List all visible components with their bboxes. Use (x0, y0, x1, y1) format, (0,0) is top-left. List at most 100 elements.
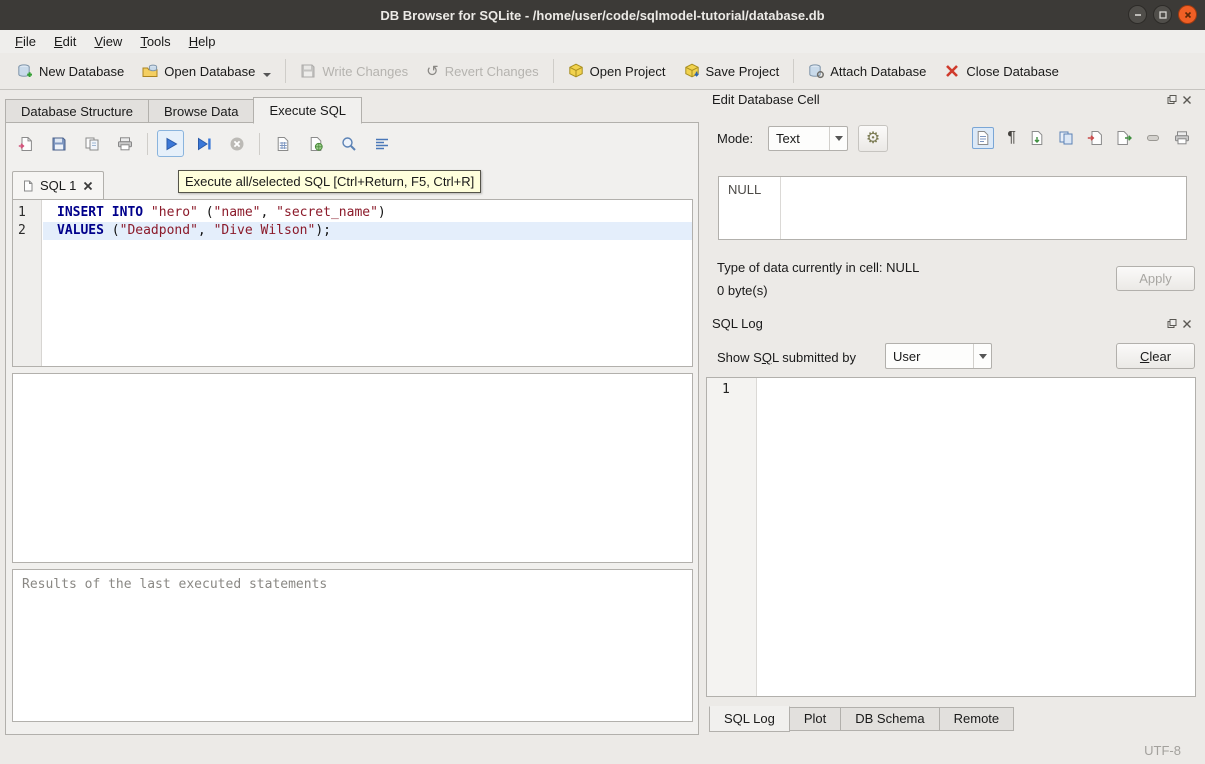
log-line-number: 1 (722, 382, 730, 397)
find-replace-icon (341, 136, 357, 152)
tab-browse-data[interactable]: Browse Data (148, 99, 253, 123)
sql-token (143, 205, 151, 220)
sql-token: , (261, 205, 277, 220)
sql-token: ( (104, 223, 120, 238)
save-cell-as-icon[interactable] (1029, 130, 1045, 146)
tab-sql-log[interactable]: SQL Log (709, 706, 790, 732)
menu-file[interactable]: File (6, 30, 45, 53)
save-project-button[interactable]: Save Project (675, 58, 789, 84)
save-sql-file-button[interactable] (45, 130, 72, 157)
open-database-dropdown-icon[interactable] (263, 73, 271, 77)
execute-sql-panel: SQL 1 Execute all/selected SQL [Ctrl+Ret… (5, 122, 699, 735)
menu-help[interactable]: Help (180, 30, 225, 53)
auto-format-icon (374, 136, 390, 152)
edit-cell-title: Edit Database Cell (712, 92, 820, 107)
copy-cell-icon[interactable] (1058, 130, 1074, 146)
dock-tab-bar: SQL Log Plot DB Schema Remote (709, 707, 1014, 732)
results-grid[interactable] (12, 373, 693, 563)
execute-all-icon (163, 136, 179, 152)
sql-log-filter-label: Show SQL submitted by (717, 350, 856, 365)
save-project-icon (684, 63, 700, 79)
tab-db-schema[interactable]: DB Schema (841, 707, 939, 731)
cell-null-value: NULL (728, 182, 761, 197)
close-icon (1182, 9, 1194, 21)
sql-token: "Dive Wilson" (214, 223, 316, 238)
print-sql-button[interactable] (111, 130, 138, 157)
sql-editor[interactable]: 1INSERT INTO "hero" ("name", "secret_nam… (12, 199, 693, 367)
export-csv-button[interactable] (269, 130, 296, 157)
float-dock-icon[interactable] (1167, 95, 1177, 105)
line-number: 2 (13, 222, 42, 240)
new-database-icon (17, 63, 33, 79)
titlebar: DB Browser for SQLite - /home/user/code/… (0, 0, 1205, 30)
sql-token: ( (198, 205, 214, 220)
word-wrap-icon[interactable]: ¶ (1007, 130, 1016, 146)
mode-label: Mode: (717, 131, 753, 146)
sql-log-title: SQL Log (712, 316, 763, 331)
close-dock-icon[interactable] (1182, 319, 1192, 329)
open-sql-file-button[interactable] (12, 130, 39, 157)
minimize-icon (1132, 9, 1144, 21)
attach-database-button[interactable]: Attach Database (799, 58, 935, 84)
maximize-button[interactable] (1153, 5, 1172, 24)
close-tab-icon[interactable] (82, 180, 94, 192)
menu-tools[interactable]: Tools (131, 30, 179, 53)
import-cell-icon[interactable] (1087, 130, 1103, 146)
sql-editor-line[interactable]: 2VALUES ("Deadpond", "Dive Wilson"); (13, 222, 692, 240)
save-results-button[interactable] (302, 130, 329, 157)
revert-changes-icon: ↺ (426, 64, 439, 79)
find-replace-button[interactable] (335, 130, 362, 157)
menu-edit[interactable]: Edit (45, 30, 85, 53)
save-sql-as-button[interactable] (78, 130, 105, 157)
text-mode-toggle[interactable] (972, 127, 994, 149)
sql-log-filter-combobox[interactable]: User (885, 343, 992, 369)
tab-remote[interactable]: Remote (940, 707, 1015, 731)
set-null-icon[interactable] (1145, 130, 1161, 146)
close-database-icon (944, 63, 960, 79)
clear-log-button[interactable]: Clear (1116, 343, 1195, 369)
open-project-button[interactable]: Open Project (559, 58, 675, 84)
results-placeholder: Results of the last executed statements (22, 577, 327, 592)
print-icon (117, 136, 133, 152)
cell-type-info: Type of data currently in cell: NULL (717, 260, 919, 275)
encoding-indicator[interactable]: UTF-8 (1144, 743, 1181, 758)
main-toolbar: New Database Open Database Write Changes… (0, 53, 1205, 90)
tab-plot[interactable]: Plot (790, 707, 841, 731)
minimize-button[interactable] (1128, 5, 1147, 24)
sql-token: INSERT INTO (57, 205, 143, 220)
menu-bar: File Edit View Tools Help (0, 30, 1205, 53)
mode-combobox[interactable]: Text (768, 126, 848, 151)
revert-changes-button: ↺ Revert Changes (417, 59, 548, 84)
float-dock-icon[interactable] (1167, 319, 1177, 329)
close-button[interactable] (1178, 5, 1197, 24)
toolbar-separator (147, 133, 148, 155)
right-panel: Edit Database Cell Mode: Text ⚙ ¶ (706, 90, 1200, 738)
save-sql-file-icon (51, 136, 67, 152)
open-database-icon (142, 63, 158, 79)
new-database-button[interactable]: New Database (8, 58, 133, 84)
export-csv-icon (275, 136, 291, 152)
sql-toolbar (12, 130, 395, 157)
menu-view[interactable]: View (85, 30, 131, 53)
open-database-button[interactable]: Open Database (133, 58, 280, 84)
sql-editor-lines: 1INSERT INTO "hero" ("name", "secret_nam… (13, 204, 692, 240)
tab-database-structure[interactable]: Database Structure (5, 99, 148, 123)
close-dock-icon[interactable] (1182, 95, 1192, 105)
close-database-button[interactable]: Close Database (935, 58, 1068, 84)
open-in-external-button[interactable]: ⚙ (858, 125, 888, 152)
execute-line-button[interactable] (190, 130, 217, 157)
cell-editor[interactable]: NULL (718, 176, 1187, 240)
maximize-icon (1157, 9, 1169, 21)
cell-editor-gutter: NULL (719, 177, 781, 239)
sql-log-view[interactable]: 1 (706, 377, 1196, 697)
sql-document-tab[interactable]: SQL 1 (12, 171, 104, 199)
execute-all-button[interactable] (157, 130, 184, 157)
print-cell-icon[interactable] (1174, 130, 1190, 146)
sql-editor-line[interactable]: 1INSERT INTO "hero" ("name", "secret_nam… (13, 204, 692, 222)
attach-database-icon (808, 63, 824, 79)
toolbar-separator (553, 59, 554, 83)
tab-execute-sql[interactable]: Execute SQL (253, 97, 362, 124)
chevron-down-icon (979, 354, 987, 359)
export-cell-icon[interactable] (1116, 130, 1132, 146)
auto-format-button[interactable] (368, 130, 395, 157)
